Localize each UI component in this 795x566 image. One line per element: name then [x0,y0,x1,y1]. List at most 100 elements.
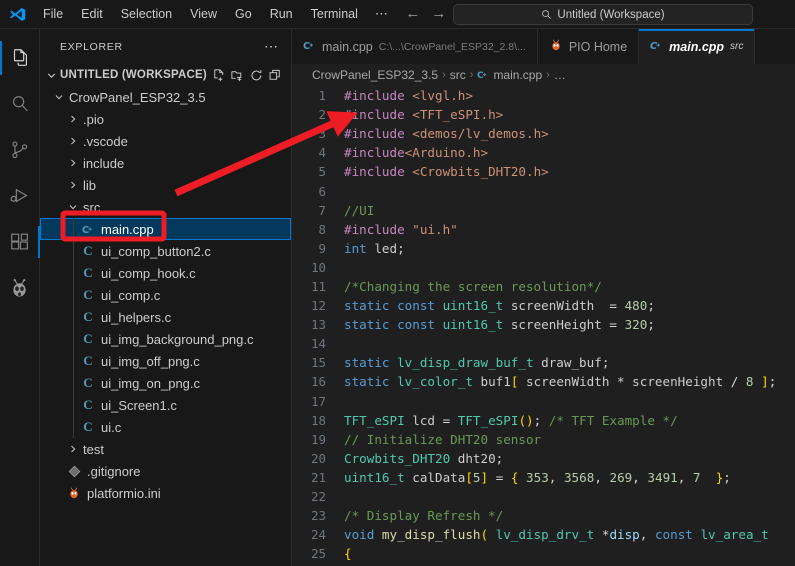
activity-explorer-icon[interactable] [0,35,40,81]
code-line[interactable]: 1#include <lvgl.h> [292,86,795,105]
chevron-right-icon: › [442,69,446,81]
activity-extensions-icon[interactable] [0,219,40,265]
breadcrumb-item-symbol[interactable]: … [554,68,566,82]
menu-item-go[interactable]: Go [227,3,260,25]
breadcrumb[interactable]: CrowPanel_ESP32_3.5 › src › C main.cpp ›… [292,64,795,86]
new-folder-icon[interactable] [230,68,245,83]
code-line[interactable]: 4#include<Arduino.h> [292,143,795,162]
code-line[interactable]: 16static lv_color_t buf1[ screenWidth * … [292,372,795,391]
chevron-right-icon[interactable] [66,135,80,147]
code-line[interactable]: 25{ [292,544,795,563]
tree-item-file[interactable]: C ui_comp_hook.c [40,262,291,284]
tree-item-file-main-cpp[interactable]: C main.cpp [40,218,291,240]
breadcrumb-item-src[interactable]: src [450,68,466,82]
tab-main-cpp-other[interactable]: C main.cpp C:\...\CrowPanel_ESP32_2.8\..… [292,29,538,64]
code-line[interactable]: 9int led; [292,239,795,258]
activity-run-and-debug-icon[interactable] [0,173,40,219]
workspace-section-header[interactable]: UNTITLED (WORKSPACE) [40,64,291,86]
tree-item-folder[interactable]: .vscode [40,130,291,152]
refresh-icon[interactable] [249,68,264,83]
tree-item-file[interactable]: C ui_img_on_png.c [40,372,291,394]
code-line[interactable]: 22 [292,487,795,506]
chevron-right-icon[interactable] [66,113,80,125]
c-file-icon: C [80,375,96,391]
code-line[interactable]: 18TFT_eSPI lcd = TFT_eSPI(); /* TFT Exam… [292,411,795,430]
forward-arrow-icon[interactable]: → [431,6,447,22]
code-line[interactable]: 3#include <demos/lv_demos.h> [292,124,795,143]
sidebar-header: EXPLORER ⋯ [40,29,291,64]
chevron-right-icon[interactable] [66,443,80,455]
code-line[interactable]: 21uint16_t calData[5] = { 353, 3568, 269… [292,468,795,487]
tree-item-file[interactable]: C ui.c [40,416,291,438]
menu-item-view[interactable]: View [182,3,225,25]
navigation-arrows[interactable]: ← → [405,6,447,22]
code-line[interactable]: 17 [292,392,795,411]
activity-source-control-icon[interactable] [0,127,40,173]
tree-item-folder[interactable]: .pio [40,108,291,130]
tree-item-file[interactable]: platformio.ini [40,482,291,504]
activity-search-icon[interactable] [0,81,40,127]
menu-item-file[interactable]: File [35,3,71,25]
tree-item-file[interactable]: C ui_Screen1.c [40,394,291,416]
code-line[interactable]: 6 [292,181,795,200]
tree-item-file[interactable]: C ui_comp.c [40,284,291,306]
code-line[interactable]: 11/*Changing the screen resolution*/ [292,277,795,296]
svg-text:C: C [82,224,89,235]
code-line[interactable]: 19// Initialize DHT20 sensor [292,430,795,449]
tree-item-file[interactable]: .gitignore [40,460,291,482]
code-line[interactable]: 10 [292,258,795,277]
menu-item-edit[interactable]: Edit [73,3,111,25]
sidebar-more-actions-icon[interactable]: ⋯ [258,38,285,55]
breadcrumb-item-project[interactable]: CrowPanel_ESP32_3.5 [312,68,438,82]
back-arrow-icon[interactable]: ← [405,6,421,22]
command-center[interactable]: Untitled (Workspace) [453,4,753,25]
workspace-actions[interactable] [211,68,291,83]
activity-platformio-ant-icon[interactable] [0,265,40,311]
code-line[interactable]: 23/* Display Refresh */ [292,506,795,525]
code-line-text: #include <Crowbits_DHT20.h> [344,164,549,179]
breadcrumb-item-file[interactable]: main.cpp [493,68,542,82]
chevron-down-icon[interactable] [52,91,66,103]
code-line[interactable]: 8#include "ui.h" [292,220,795,239]
tree-item-folder[interactable]: CrowPanel_ESP32_3.5 [40,86,291,108]
tab-main-cpp-active[interactable]: C main.cpp src [639,29,755,64]
file-tree[interactable]: CrowPanel_ESP32_3.5 .pio .vscode include… [40,86,291,504]
new-file-icon[interactable] [211,68,226,83]
tree-item-label: ui_Screen1.c [101,398,177,413]
tab-pio-home[interactable]: PIO Home [538,29,639,64]
code-line[interactable]: 24void my_disp_flush( lv_disp_drv_t *dis… [292,525,795,544]
tree-item-file[interactable]: C ui_img_background_png.c [40,328,291,350]
code-editor-content[interactable]: 1#include <lvgl.h>2#include <TFT_eSPI.h>… [292,86,795,566]
menu-item-selection[interactable]: Selection [113,3,180,25]
tree-item-file[interactable]: C ui_comp_button2.c [40,240,291,262]
tab-label: main.cpp [322,40,373,54]
c-file-icon: C [80,309,96,325]
code-line[interactable]: 15static lv_disp_draw_buf_t draw_buf; [292,353,795,372]
code-line[interactable]: 2#include <TFT_eSPI.h> [292,105,795,124]
sidebar-title: EXPLORER [60,41,123,53]
chevron-down-icon[interactable] [44,69,58,82]
code-line[interactable]: 7//UI [292,201,795,220]
tree-item-folder[interactable]: test [40,438,291,460]
code-line[interactable]: 14 [292,334,795,353]
code-line[interactable]: 20Crowbits_DHT20 dht20; [292,449,795,468]
tree-item-folder[interactable]: lib [40,174,291,196]
tree-item-folder[interactable]: src [40,196,291,218]
code-line[interactable]: 12static const uint16_t screenWidth = 48… [292,296,795,315]
code-line[interactable]: 5#include <Crowbits_DHT20.h> [292,162,795,181]
line-number: 21 [292,470,344,485]
chevron-down-icon[interactable] [66,201,80,213]
menu-item-terminal[interactable]: Terminal [303,3,366,25]
chevron-right-icon[interactable] [66,179,80,191]
menu-bar[interactable]: File Edit Selection View Go Run Terminal… [34,0,397,29]
activity-bar[interactable] [0,29,40,566]
tree-item-file[interactable]: C ui_helpers.c [40,306,291,328]
code-line[interactable]: 13static const uint16_t screenHeight = 3… [292,315,795,334]
menu-item-run[interactable]: Run [262,3,301,25]
tree-item-file[interactable]: C ui_img_off_png.c [40,350,291,372]
collapse-all-icon[interactable] [268,68,283,83]
editor-tabs[interactable]: C main.cpp C:\...\CrowPanel_ESP32_2.8\..… [292,29,795,64]
tree-item-folder[interactable]: include [40,152,291,174]
chevron-right-icon[interactable] [66,157,80,169]
menu-overflow-icon[interactable]: ⋯ [367,5,397,23]
